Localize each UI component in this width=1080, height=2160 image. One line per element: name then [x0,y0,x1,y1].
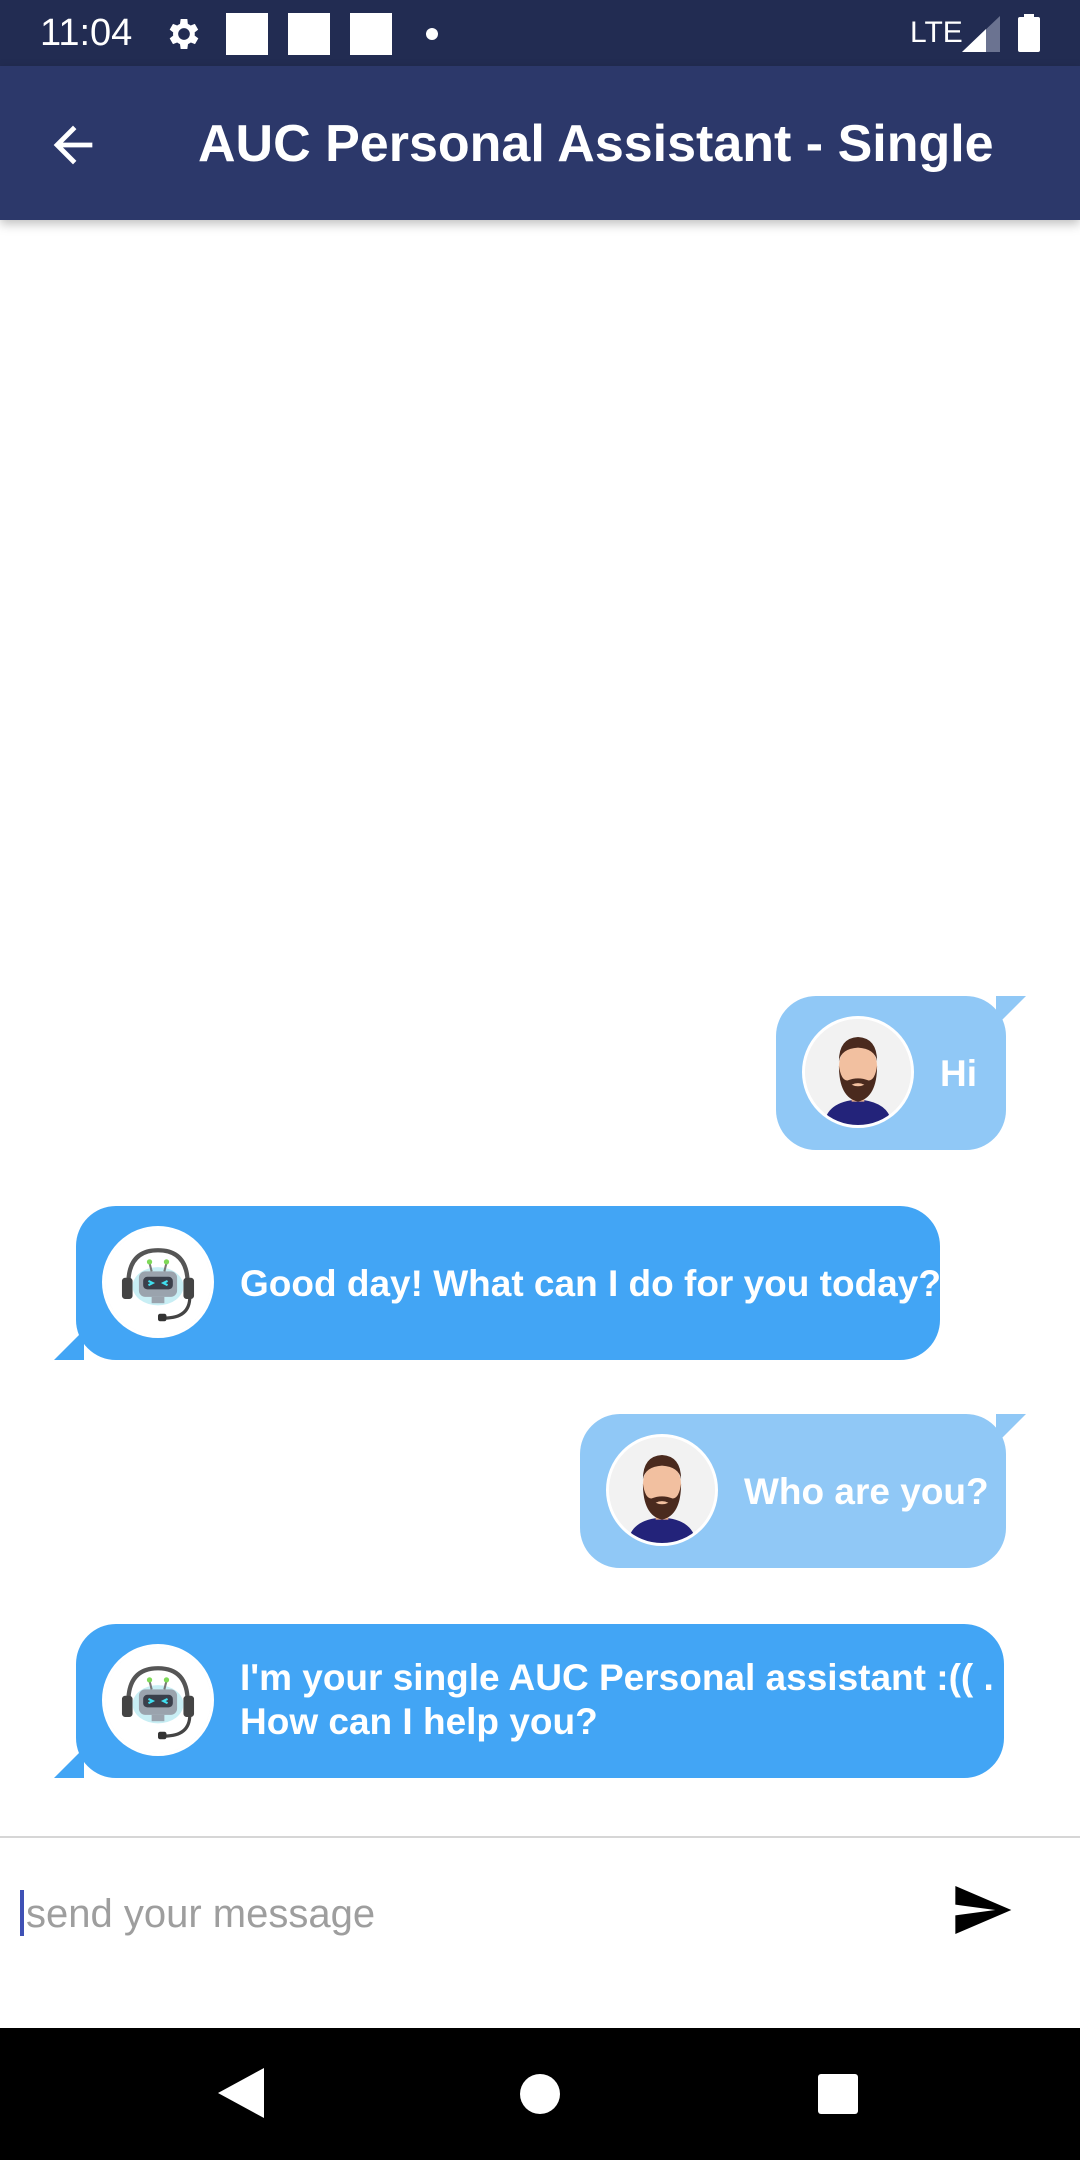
avatar [102,1226,214,1338]
bearded-man-avatar-icon [609,1437,715,1543]
message-text: Good day! What can I do for you today? [240,1263,941,1304]
message-bubble-bot: Good day! What can I do for you today? [76,1206,941,1360]
message-bubble-user: Who are you? [580,1414,1006,1568]
settings-gear-icon [169,19,199,49]
more-notifications-dot-icon [426,28,438,40]
network-type: LTE [910,16,963,49]
battery-icon [1018,14,1040,52]
avatar [606,1434,718,1546]
avatar [102,1644,214,1756]
system-nav-bar [0,2028,1080,2160]
message-text: Hi [940,1053,977,1094]
circle-home-icon[interactable] [520,2074,560,2114]
avatar [802,1016,914,1128]
message-composer [0,1838,1080,2028]
arrow-left-icon[interactable] [44,116,102,174]
send-icon[interactable] [950,1878,1014,1942]
status-bar: 11:04 LTE [0,0,1080,66]
bearded-man-avatar-icon [805,1019,911,1125]
triangle-back-icon[interactable] [218,2068,264,2118]
message-bubble-bot: I'm your single AUC Personal assistant :… [76,1624,1004,1778]
square-recents-icon[interactable] [818,2074,858,2114]
status-time: 11:04 [40,12,133,54]
robot-headset-avatar-icon [105,1647,211,1753]
robot-headset-avatar-icon [105,1229,211,1335]
text-cursor [20,1890,24,1936]
notification-icon [288,13,330,55]
message-text-line-2: How can I help you? [240,1701,598,1742]
message-text: Who are you? [744,1471,989,1512]
app-bar: AUC Personal Assistant - Single [0,66,1080,220]
notification-icon [226,13,268,55]
message-text-line-1: I'm your single AUC Personal assistant :… [240,1657,994,1698]
message-bubble-user: Hi [776,996,1006,1150]
signal-strength-icon [962,16,1000,52]
notification-icon [350,13,392,55]
message-input[interactable] [22,1878,902,1950]
page-title: AUC Personal Assistant - Single [198,115,994,173]
